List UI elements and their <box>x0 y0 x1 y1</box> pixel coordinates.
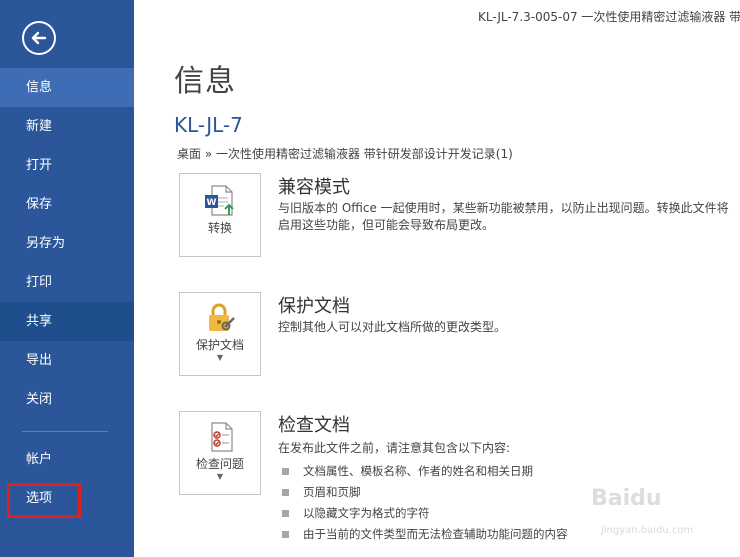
check-for-issues-label: 检查问题 <box>195 457 244 471</box>
backstage-sidebar: 信息 新建 打开 保存 另存为 打印 共享 导出 关闭 帐户 选项 <box>0 0 134 557</box>
convert-label: 转换 <box>207 221 232 235</box>
convert-button[interactable]: W 转换 <box>179 173 261 257</box>
window-doc-title: KL-JL-7.3-005-07 一次性使用精密过滤输液器 带钅 <box>478 10 740 24</box>
checklist-icon <box>211 422 233 452</box>
list-item-text: 以隐藏文字为格式的字符 <box>303 506 430 520</box>
options-highlight-box <box>7 483 81 518</box>
nav-item-save-as[interactable]: 另存为 <box>0 224 134 263</box>
watermark-url: jingyan.baidu.com <box>601 525 694 536</box>
protect-doc-description: 控制其他人可以对此文档所做的更改类型。 <box>278 320 507 334</box>
list-item: 以隐藏文字为格式的字符 <box>282 503 568 524</box>
backstage-nav: 信息 新建 打开 保存 另存为 打印 共享 导出 关闭 <box>0 68 134 419</box>
watermark: Baidu <box>591 486 662 511</box>
bullet-square-icon <box>282 489 289 496</box>
nav-item-info[interactable]: 信息 <box>0 68 134 107</box>
back-arrow-icon <box>31 31 47 45</box>
bullet-square-icon <box>282 531 289 538</box>
protect-document-label: 保护文档 <box>195 338 244 352</box>
chevron-down-icon: ▼ <box>216 472 224 481</box>
nav-item-close[interactable]: 关闭 <box>0 380 134 419</box>
nav-item-open[interactable]: 打开 <box>0 146 134 185</box>
list-item: 文档属性、模板名称、作者的姓名和相关日期 <box>282 461 568 482</box>
nav-item-export[interactable]: 导出 <box>0 341 134 380</box>
compat-mode-heading: 兼容模式 <box>278 177 350 198</box>
list-item: 由于当前的文件类型而无法检查辅助功能问题的内容 <box>282 524 568 545</box>
document-path-breadcrumb[interactable]: 桌面 » 一次性使用精密过滤输液器 带针研发部设计开发记录(1) <box>177 145 513 162</box>
bullet-square-icon <box>282 510 289 517</box>
svg-text:W: W <box>207 198 217 208</box>
inspect-doc-heading: 检查文档 <box>278 415 350 436</box>
check-for-issues-button[interactable]: 检查问题 ▼ <box>179 411 261 495</box>
protect-document-button[interactable]: 保护文档 ▼ <box>179 292 261 376</box>
inspect-doc-list: 文档属性、模板名称、作者的姓名和相关日期 页眉和页脚 以隐藏文字为格式的字符 由… <box>282 461 568 545</box>
back-button[interactable] <box>22 21 56 55</box>
document-name: KL-JL-7 <box>174 113 243 137</box>
nav-item-save[interactable]: 保存 <box>0 185 134 224</box>
list-item-text: 文档属性、模板名称、作者的姓名和相关日期 <box>303 464 533 478</box>
list-item-text: 页眉和页脚 <box>303 485 361 499</box>
page-title: 信息 <box>174 64 236 99</box>
bullet-square-icon <box>282 468 289 475</box>
nav-divider <box>22 431 108 432</box>
chevron-down-icon: ▼ <box>216 353 224 362</box>
list-item: 页眉和页脚 <box>282 482 568 503</box>
inspect-doc-description: 在发布此文件之前，请注意其包含以下内容: <box>278 441 511 455</box>
compat-mode-description: 与旧版本的 Office 一起使用时，某些新功能被禁用，以防止出现问题。转换此文… <box>278 201 729 232</box>
list-item-text: 由于当前的文件类型而无法检查辅助功能问题的内容 <box>303 527 568 541</box>
nav-item-new[interactable]: 新建 <box>0 107 134 146</box>
nav-item-share[interactable]: 共享 <box>0 302 134 341</box>
compat-mode-section: W 转换 兼容模式 与旧版本的 Office 一起使用时，某些新功能被禁用，以防… <box>179 173 739 263</box>
protect-doc-section: 保护文档 ▼ 保护文档 控制其他人可以对此文档所做的更改类型。 <box>179 292 739 382</box>
nav-item-print[interactable]: 打印 <box>0 263 134 302</box>
lock-key-icon <box>209 303 235 331</box>
protect-doc-heading: 保护文档 <box>278 296 350 317</box>
word-convert-icon: W <box>205 185 234 216</box>
nav-item-account[interactable]: 帐户 <box>0 440 134 479</box>
